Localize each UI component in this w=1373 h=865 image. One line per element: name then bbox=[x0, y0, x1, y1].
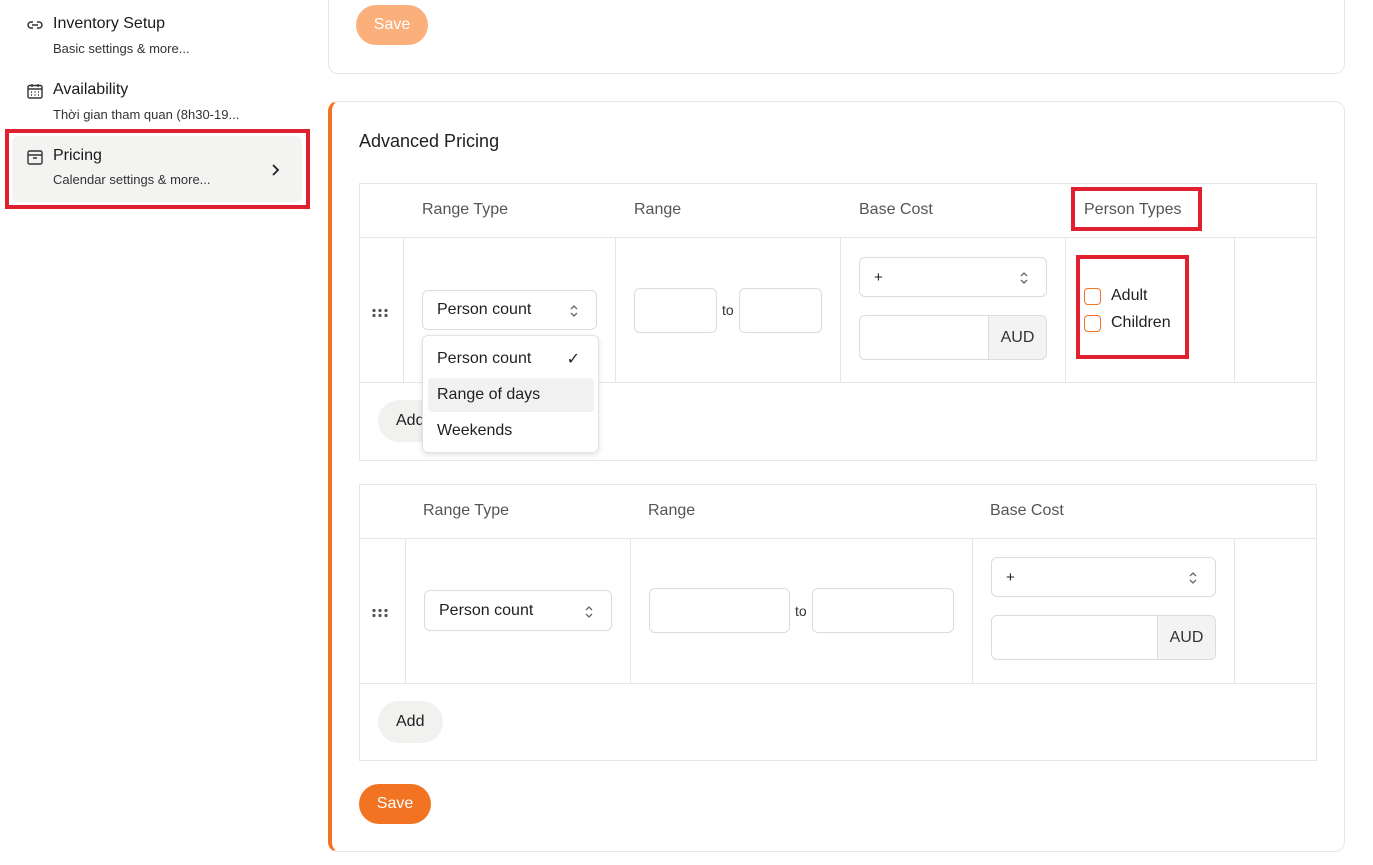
option-label: Range of days bbox=[437, 386, 541, 403]
sidebar-item-title: Pricing bbox=[53, 147, 102, 164]
previous-section-card bbox=[328, 0, 1345, 74]
range-to-label: to bbox=[795, 603, 807, 619]
divider bbox=[359, 237, 1317, 238]
chevron-up-down-icon bbox=[1189, 571, 1197, 584]
range-to-input[interactable] bbox=[739, 288, 822, 333]
divider bbox=[630, 538, 631, 683]
option-label: Weekends bbox=[437, 422, 513, 439]
range-type-value: Person count bbox=[439, 601, 534, 619]
chevron-up-down-icon bbox=[1020, 271, 1028, 284]
add-row-button[interactable]: Add bbox=[378, 701, 443, 743]
divider bbox=[403, 237, 404, 382]
cost-operator-value: + bbox=[874, 268, 883, 286]
divider bbox=[1065, 237, 1066, 382]
column-header-range-type: Range Type bbox=[422, 201, 508, 218]
cost-operator-value: + bbox=[1006, 568, 1015, 586]
person-type-children[interactable]: Children bbox=[1084, 314, 1171, 332]
currency-addon: AUD bbox=[988, 316, 1046, 359]
range-type-select[interactable]: Person count bbox=[422, 290, 597, 330]
column-header-range: Range bbox=[634, 201, 682, 218]
chevron-up-down-icon bbox=[570, 304, 578, 317]
checkbox[interactable] bbox=[1084, 287, 1101, 305]
drag-handle-icon[interactable] bbox=[371, 305, 389, 318]
person-type-adult[interactable]: Adult bbox=[1084, 287, 1147, 305]
base-cost-field[interactable]: AUD bbox=[859, 315, 1047, 360]
chevron-up-down-icon bbox=[585, 605, 593, 618]
dropdown-option-range-of-days[interactable]: Range of days bbox=[428, 378, 594, 412]
range-to-label: to bbox=[722, 302, 734, 318]
range-type-select[interactable]: Person count bbox=[424, 590, 612, 631]
divider bbox=[405, 538, 406, 683]
option-label: Person count bbox=[437, 350, 532, 367]
divider bbox=[359, 538, 1317, 539]
sidebar-item-subtitle: Thời gian tham quan (8h30-19... bbox=[53, 107, 240, 122]
checkbox[interactable] bbox=[1084, 314, 1101, 332]
cost-operator-select[interactable]: + bbox=[991, 557, 1216, 597]
section-title: Advanced Pricing bbox=[359, 131, 500, 151]
link-icon bbox=[26, 16, 44, 34]
divider bbox=[840, 237, 841, 382]
check-icon: ✓ bbox=[566, 351, 580, 368]
sidebar-item-subtitle: Basic settings & more... bbox=[53, 41, 190, 56]
divider bbox=[1234, 538, 1235, 683]
dropdown-option-person-count[interactable]: Person count ✓ bbox=[428, 342, 594, 376]
divider bbox=[1234, 237, 1235, 382]
drag-handle-icon[interactable] bbox=[371, 605, 389, 618]
archive-box-icon bbox=[26, 148, 44, 166]
sidebar-item-subtitle: Calendar settings & more... bbox=[53, 172, 211, 187]
range-type-value: Person count bbox=[437, 301, 532, 318]
currency-addon: AUD bbox=[1157, 616, 1215, 659]
base-cost-field[interactable]: AUD bbox=[991, 615, 1216, 660]
person-type-label: Adult bbox=[1111, 287, 1148, 304]
save-button-previous[interactable]: Save bbox=[356, 5, 428, 45]
dropdown-option-weekends[interactable]: Weekends bbox=[428, 414, 594, 448]
divider bbox=[359, 683, 1317, 684]
divider bbox=[972, 538, 973, 683]
save-button[interactable]: Save bbox=[359, 784, 431, 824]
range-type-dropdown: Person count ✓ Range of days Weekends bbox=[422, 335, 599, 453]
divider bbox=[615, 237, 616, 382]
range-from-input[interactable] bbox=[649, 588, 790, 633]
range-from-input[interactable] bbox=[634, 288, 717, 333]
sidebar: Inventory Setup Basic settings & more...… bbox=[0, 0, 320, 865]
sidebar-item-title: Inventory Setup bbox=[53, 15, 166, 32]
column-header-base-cost: Base Cost bbox=[859, 201, 933, 218]
person-type-label: Children bbox=[1111, 314, 1171, 331]
sidebar-item-pricing[interactable]: Pricing Calendar settings & more... bbox=[12, 136, 302, 202]
range-to-input[interactable] bbox=[812, 588, 954, 633]
sidebar-item-inventory-setup[interactable]: Inventory Setup Basic settings & more... bbox=[12, 10, 302, 65]
sidebar-item-title: Availability bbox=[53, 81, 129, 98]
chevron-right-icon bbox=[270, 163, 280, 177]
column-header-range: Range bbox=[648, 502, 696, 519]
column-header-range-type: Range Type bbox=[423, 502, 509, 519]
sidebar-item-availability[interactable]: Availability Thời gian tham quan (8h30-1… bbox=[12, 76, 302, 131]
cost-operator-select[interactable]: + bbox=[859, 257, 1047, 297]
column-header-person-types: Person Types bbox=[1084, 201, 1182, 218]
column-header-base-cost: Base Cost bbox=[990, 502, 1064, 519]
calendar-icon bbox=[26, 82, 44, 100]
